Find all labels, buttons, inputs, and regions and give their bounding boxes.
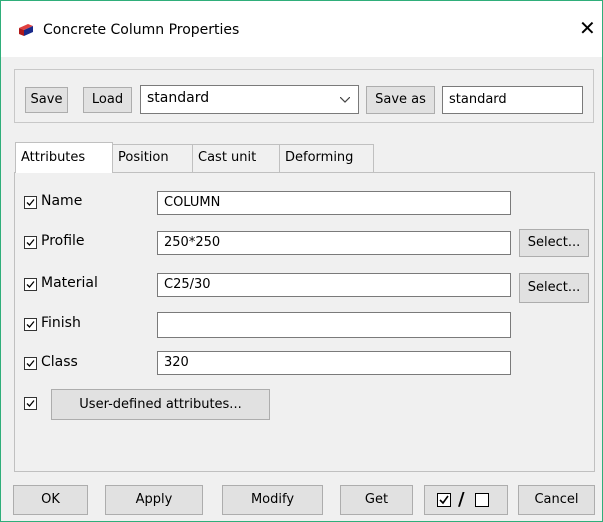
- profile-checkbox[interactable]: [24, 236, 37, 249]
- class-checkbox[interactable]: [24, 357, 37, 370]
- tab-position[interactable]: Position: [113, 144, 193, 172]
- cancel-button[interactable]: Cancel: [518, 485, 595, 515]
- chevron-down-icon: [340, 97, 350, 103]
- checkmark-icon: [26, 239, 35, 246]
- class-input[interactable]: 320: [157, 351, 511, 375]
- checkmark-icon: [26, 360, 35, 367]
- material-select-button[interactable]: Select...: [519, 273, 589, 303]
- toggle-separator: /: [458, 489, 465, 510]
- finish-label: Finish: [41, 315, 81, 331]
- save-as-input[interactable]: standard: [442, 86, 583, 114]
- user-defined-checkbox[interactable]: [24, 397, 37, 410]
- modify-button[interactable]: Modify: [222, 485, 323, 515]
- material-label: Material: [41, 275, 98, 291]
- window-title: Concrete Column Properties: [43, 22, 240, 38]
- checkmark-icon: [26, 321, 35, 328]
- close-icon[interactable]: ✕: [579, 17, 596, 39]
- tab-cast-unit[interactable]: Cast unit: [193, 144, 280, 172]
- material-checkbox[interactable]: [24, 278, 37, 291]
- name-label: Name: [41, 193, 83, 209]
- save-as-button[interactable]: Save as: [366, 86, 435, 114]
- dialog-window: Concrete Column Properties ✕ Save Load s…: [0, 0, 603, 522]
- title-bar: Concrete Column Properties ✕: [1, 1, 602, 57]
- unchecked-box-icon: [475, 493, 489, 507]
- checkmark-icon: [26, 281, 35, 288]
- material-input[interactable]: C25/30: [157, 273, 511, 297]
- finish-checkbox[interactable]: [24, 318, 37, 331]
- profile-input[interactable]: 250*250: [157, 231, 511, 255]
- checked-box-icon: [437, 493, 451, 507]
- tab-deforming[interactable]: Deforming: [280, 144, 374, 172]
- toggle-all-button[interactable]: /: [424, 485, 508, 515]
- checkmark-icon: [26, 199, 35, 206]
- save-button[interactable]: Save: [25, 87, 68, 113]
- profile-label: Profile: [41, 233, 85, 249]
- get-button[interactable]: Get: [340, 485, 413, 515]
- ok-button[interactable]: OK: [13, 485, 88, 515]
- class-label: Class: [41, 354, 78, 370]
- profile-select-button[interactable]: Select...: [519, 229, 589, 257]
- column-app-icon: [19, 24, 33, 36]
- preset-value: standard: [147, 90, 210, 106]
- checkmark-icon: [26, 400, 35, 407]
- apply-button[interactable]: Apply: [105, 485, 203, 515]
- name-input[interactable]: COLUMN: [157, 191, 511, 215]
- preset-dropdown[interactable]: standard: [140, 85, 359, 114]
- tab-attributes[interactable]: Attributes: [15, 142, 113, 173]
- load-button[interactable]: Load: [83, 87, 132, 113]
- user-defined-attributes-button[interactable]: User-defined attributes...: [51, 389, 270, 420]
- finish-input[interactable]: [157, 312, 511, 338]
- name-checkbox[interactable]: [24, 196, 37, 209]
